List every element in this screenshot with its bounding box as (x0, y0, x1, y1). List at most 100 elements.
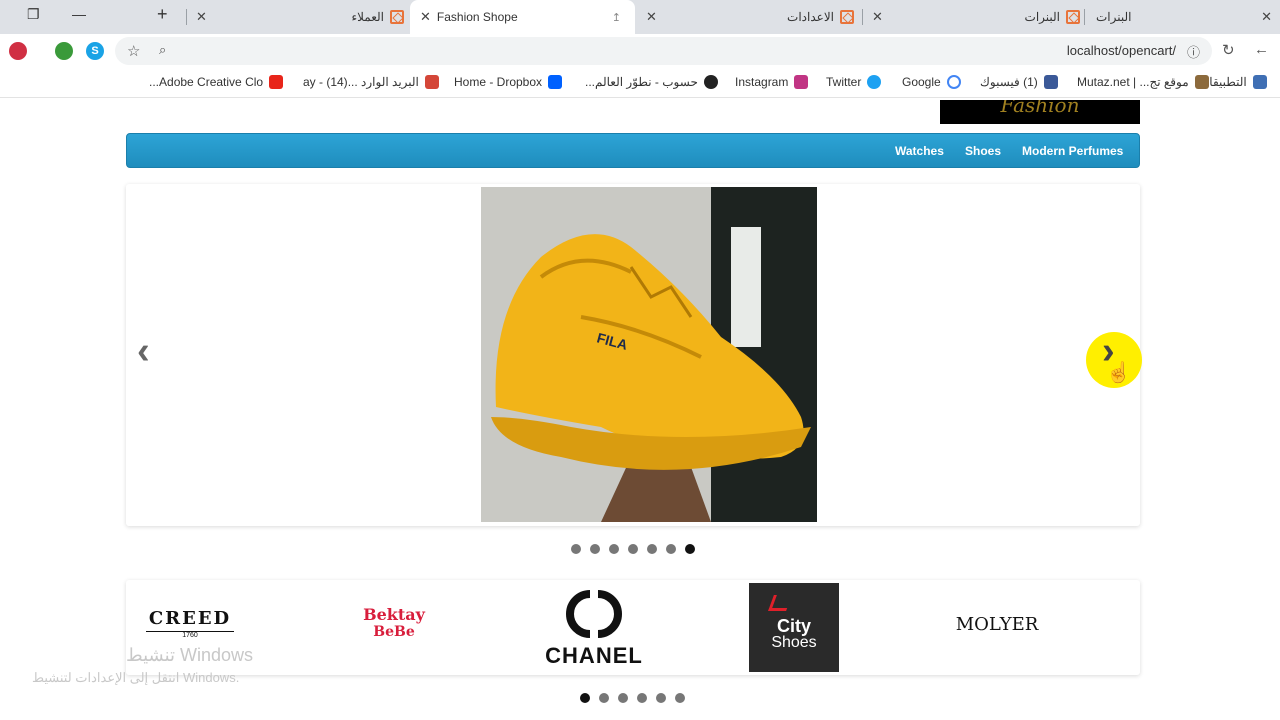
windows-watermark-title: تنشيط Windows (126, 645, 254, 665)
hand-cursor-icon: ☝ (1106, 362, 1131, 384)
brand-dot-active[interactable] (580, 693, 590, 703)
opencart-icon (390, 10, 404, 24)
tab-banners[interactable]: البنرات ✕ (866, 0, 1086, 34)
brand-bebe-text: BeBe (373, 624, 415, 640)
profile-avatar[interactable] (9, 42, 27, 60)
slider-dot[interactable] (647, 544, 657, 554)
slider-dot-active[interactable] (685, 544, 695, 554)
nav-watches[interactable]: Watches (895, 144, 944, 158)
close-icon[interactable]: ✕ (646, 9, 657, 25)
tab-settings[interactable]: الاعدادات ✕ (640, 0, 860, 34)
nav-modern-perfumes[interactable]: Modern Perfumes (1022, 144, 1123, 158)
close-icon[interactable]: ✕ (196, 9, 207, 25)
twitter-icon (867, 75, 882, 89)
tab-banners-2[interactable]: ✕ البنرات (1088, 0, 1278, 34)
bookmark-facebook[interactable]: (1) فيسبوك (980, 75, 1058, 89)
new-tab-icon[interactable]: + (157, 4, 168, 25)
nav-shoes[interactable]: Shoes (965, 144, 1001, 158)
close-icon[interactable]: ✕ (1261, 9, 1272, 25)
brand-dot[interactable] (637, 693, 647, 703)
bookmark-gmail[interactable]: البريد الوارد ...ay - (14) (303, 75, 439, 89)
dropbox-icon (548, 75, 563, 89)
bookmark-label: Google (902, 75, 941, 89)
bookmark-instagram[interactable]: Instagram (735, 75, 809, 89)
info-icon[interactable]: ⓘ (1187, 42, 1200, 61)
brand-pagination (580, 693, 685, 703)
search-icon[interactable]: ⌕ (159, 42, 166, 58)
adobe-icon (269, 75, 284, 89)
brand-bektay-bebe[interactable]: Bektay BeBe (354, 605, 434, 640)
bookmark-google[interactable]: Google (902, 75, 961, 89)
brand-creed-year: 1760 (146, 631, 234, 639)
bookmarks-bar: التطبيقات موقع تج... | Mutaz.net (1) فيس… (0, 68, 1280, 98)
google-icon (946, 75, 961, 89)
close-icon[interactable]: ✕ (872, 9, 883, 25)
apps-icon (1252, 75, 1267, 89)
url-text[interactable]: localhost/opencart/ (1067, 43, 1176, 58)
brand-chanel[interactable]: CHANEL (534, 586, 654, 669)
bookmark-twitter[interactable]: Twitter (826, 75, 882, 89)
brand-dot[interactable] (599, 693, 609, 703)
bookmark-label: (1) فيسبوك (980, 75, 1038, 89)
address-bar[interactable]: ☆ ⌕ localhost/opencart/ ⓘ (115, 37, 1212, 65)
bookmark-label: البريد الوارد ...ay - (14) (303, 75, 419, 89)
browser-toolbar: S ☆ ⌕ localhost/opencart/ ⓘ ↻ ← (0, 34, 1280, 68)
brand-dot[interactable] (656, 693, 666, 703)
tab-customers[interactable]: العملاء ✕ (190, 0, 410, 34)
chanel-logo-icon (566, 590, 622, 638)
back-icon[interactable]: ← (1254, 41, 1269, 58)
brand-creed-text: CREED (148, 608, 232, 629)
tab-fashion-shope[interactable]: ✕ Fashion Shope ↥ (410, 0, 635, 34)
slider-prev-arrow[interactable]: ‹ (137, 330, 150, 373)
store-logo[interactable]: Fashion (940, 100, 1140, 124)
tab-bar: ❐ — + العملاء ✕ ✕ Fashion Shope ↥ الاعدا… (0, 0, 1280, 34)
slide-image-yellow-sneaker[interactable]: FILA (481, 187, 817, 522)
store-navbar: Watches Shoes Modern Perfumes (126, 133, 1140, 168)
slider-dot[interactable] (590, 544, 600, 554)
bookmark-adobe[interactable]: Adobe Creative Clo... (149, 75, 284, 89)
slider-dot[interactable] (609, 544, 619, 554)
loading-icon: ↥ (611, 11, 621, 24)
instagram-icon (794, 75, 809, 89)
slider-dot[interactable] (666, 544, 676, 554)
brand-city-shoes[interactable]: City Shoes (749, 583, 839, 672)
hsoub-icon (703, 75, 718, 89)
slider-dot[interactable] (571, 544, 581, 554)
brand-chanel-text: CHANEL (545, 643, 643, 668)
opencart-icon (1066, 10, 1080, 24)
brand-shoes-text: Shoes (771, 634, 817, 651)
close-icon[interactable]: ✕ (420, 9, 431, 25)
bookmark-label: موقع تج... | Mutaz.net (1077, 75, 1189, 89)
gmail-icon (424, 75, 439, 89)
star-icon[interactable]: ☆ (127, 42, 140, 60)
bookmark-dropbox[interactable]: Home - Dropbox (454, 75, 563, 89)
brand-dot[interactable] (618, 693, 628, 703)
brand-city-text: City (776, 616, 811, 636)
high-heel-icon (768, 595, 792, 611)
bookmark-mutaz[interactable]: موقع تج... | Mutaz.net (1077, 75, 1209, 89)
slider-dot[interactable] (628, 544, 638, 554)
minimize-icon[interactable]: — (72, 6, 86, 22)
tab-label: البنرات (1024, 10, 1060, 24)
tab-label: البنرات (1096, 10, 1132, 24)
brand-dot[interactable] (675, 693, 685, 703)
tab-label: الاعدادات (787, 10, 834, 24)
extension-icon[interactable] (55, 42, 73, 60)
restore-icon[interactable]: ❐ (27, 6, 40, 23)
tab-label: Fashion Shope (436, 10, 518, 24)
facebook-icon (1043, 75, 1058, 89)
skype-icon[interactable]: S (86, 42, 104, 60)
brand-carousel: CREED 1760 Bektay BeBe CHANEL City Shoes… (126, 580, 1140, 675)
bookmark-hsoub[interactable]: حسوب - نطوّر العالم... (585, 75, 718, 89)
bookmark-label: Twitter (826, 75, 862, 89)
bookmark-label: Adobe Creative Clo... (149, 75, 264, 89)
site-icon (1194, 75, 1209, 89)
bookmark-label: Home - Dropbox (454, 75, 543, 89)
tab-label: العملاء (351, 10, 384, 24)
logo-text: Fashion (1000, 100, 1080, 117)
brand-creed[interactable]: CREED 1760 (146, 608, 234, 639)
brand-bektay-text: Bektay (363, 605, 425, 624)
reload-icon[interactable]: ↻ (1222, 41, 1235, 59)
opencart-icon (840, 10, 854, 24)
brand-molyer[interactable]: MOLYER (946, 614, 1048, 635)
